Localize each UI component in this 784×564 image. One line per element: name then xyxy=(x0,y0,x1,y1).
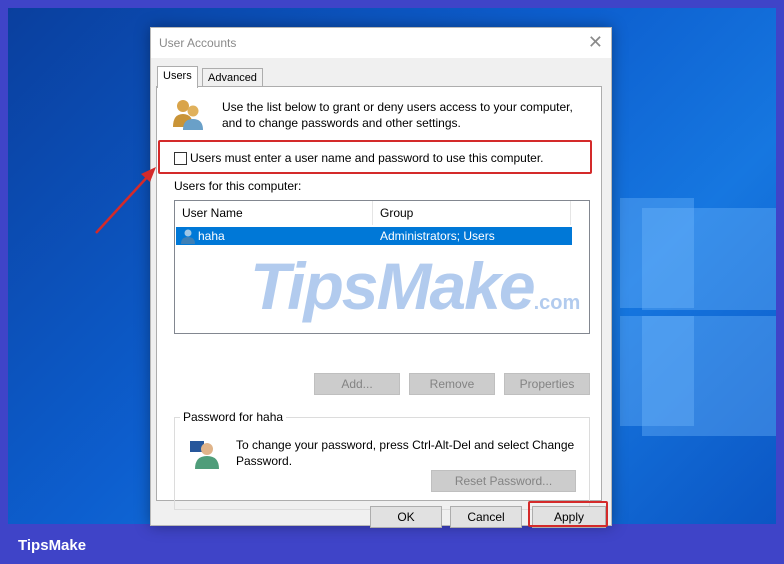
column-header-group[interactable]: Group xyxy=(373,201,571,225)
intro-line-1: Use the list below to grant or deny user… xyxy=(222,100,573,114)
properties-button[interactable]: Properties xyxy=(504,373,590,395)
users-list-label: Users for this computer: xyxy=(174,179,302,193)
close-icon[interactable]: ✕ xyxy=(588,32,603,52)
cell-user-name: haha xyxy=(198,229,225,243)
remove-button[interactable]: Remove xyxy=(409,373,495,395)
watermark: TipsMake.com xyxy=(250,248,580,324)
tab-advanced[interactable]: Advanced xyxy=(202,68,263,87)
footer-brand: TipsMake xyxy=(18,537,87,554)
reset-password-button[interactable]: Reset Password... xyxy=(431,470,576,492)
add-button[interactable]: Add... xyxy=(314,373,400,395)
users-icon xyxy=(173,100,203,130)
watermark-main: TipsMake xyxy=(250,249,536,323)
windows-logo-pane xyxy=(642,208,776,310)
ok-button[interactable]: OK xyxy=(370,506,442,528)
watermark-suffix: .com xyxy=(533,292,581,314)
highlight-box-checkbox xyxy=(158,140,592,174)
highlight-box-apply xyxy=(528,501,608,527)
intro-line-2: and to change passwords and other settin… xyxy=(222,116,461,130)
column-header-user-name[interactable]: User Name xyxy=(175,201,373,225)
footer-bar: TipsMake xyxy=(0,524,784,564)
cancel-button[interactable]: Cancel xyxy=(450,506,522,528)
table-row[interactable]: haha Administrators; Users xyxy=(176,227,572,245)
password-group-title: Password for haha xyxy=(180,410,287,424)
password-user-icon xyxy=(190,441,219,469)
password-instructions-line-2: Password. xyxy=(236,454,293,468)
intro-text: Use the list below to grant or deny user… xyxy=(222,99,582,131)
password-instructions-line-1: To change your password, press Ctrl-Alt-… xyxy=(236,438,575,452)
title-bar: User Accounts ✕ xyxy=(151,28,611,58)
password-instructions: To change your password, press Ctrl-Alt-… xyxy=(236,437,582,469)
dialog-title: User Accounts xyxy=(159,36,237,50)
windows-logo-pane xyxy=(642,316,776,436)
cell-group: Administrators; Users xyxy=(380,229,495,243)
user-accounts-dialog: User Accounts ✕ Users Advanced Use the l… xyxy=(150,27,612,528)
tab-users[interactable]: Users xyxy=(157,66,198,88)
user-icon xyxy=(181,229,195,244)
